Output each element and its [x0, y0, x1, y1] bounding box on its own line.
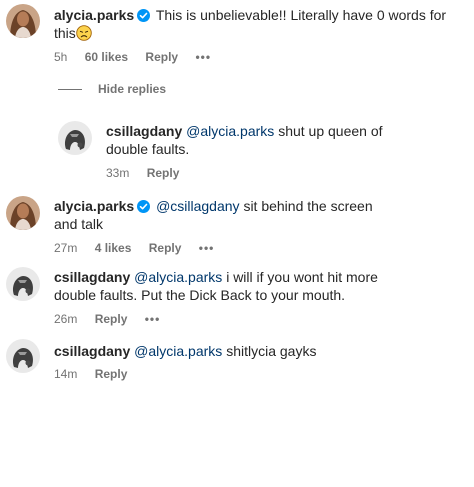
more-options-button[interactable]: •••	[145, 312, 161, 326]
comment-meta: 27m 4 likes Reply •••	[54, 241, 228, 255]
reply-button[interactable]: Reply	[95, 312, 128, 326]
mention-link[interactable]: @alycia.parks	[134, 269, 222, 285]
comment-body: alycia.parks @csillagdany sit behind the…	[54, 197, 394, 233]
comment-meta: 26m Reply •••	[54, 312, 174, 326]
comment-meta: 33m Reply	[106, 166, 193, 180]
timestamp: 33m	[106, 166, 130, 180]
avatar[interactable]	[6, 339, 40, 373]
comment-meta: 14m Reply	[54, 367, 141, 381]
username[interactable]: csillagdany	[54, 269, 130, 285]
username[interactable]: csillagdany	[106, 123, 182, 139]
more-options-button[interactable]: •••	[195, 50, 211, 64]
mention-link[interactable]: @csillagdany	[156, 198, 239, 214]
hide-replies-button[interactable]: Hide replies	[58, 82, 166, 96]
mention-link[interactable]: @alycia.parks	[134, 343, 222, 359]
comment-body: csillagdany @alycia.parks shitlycia gayk…	[54, 342, 454, 360]
username[interactable]: alycia.parks	[54, 198, 134, 214]
avatar[interactable]	[6, 267, 40, 301]
comment-text: shitlycia gayks	[226, 343, 317, 359]
avatar[interactable]	[6, 196, 40, 230]
username[interactable]: csillagdany	[54, 343, 130, 359]
reply-button[interactable]: Reply	[149, 241, 182, 255]
timestamp: 27m	[54, 241, 78, 255]
mention-link[interactable]: @alycia.parks	[186, 123, 274, 139]
disappointed-face-icon	[76, 25, 92, 41]
verified-badge-icon	[137, 8, 151, 22]
comment-body: csillagdany @alycia.parks shut up queen …	[106, 122, 426, 158]
comment-body: alycia.parks This is unbelievable!! Lite…	[54, 6, 454, 42]
likes-count[interactable]: 4 likes	[95, 241, 132, 255]
comment-body: csillagdany @alycia.parks i will if you …	[54, 268, 384, 304]
avatar[interactable]	[58, 121, 92, 155]
reply-button[interactable]: Reply	[147, 166, 180, 180]
timestamp: 5h	[54, 50, 68, 64]
likes-count[interactable]: 60 likes	[85, 50, 128, 64]
divider-line	[58, 89, 82, 91]
reply-button[interactable]: Reply	[145, 50, 178, 64]
more-options-button[interactable]: •••	[199, 241, 215, 255]
timestamp: 14m	[54, 367, 78, 381]
verified-badge-icon	[137, 199, 151, 213]
avatar[interactable]	[6, 4, 40, 38]
reply-button[interactable]: Reply	[95, 367, 128, 381]
comment-meta: 5h 60 likes Reply •••	[54, 50, 225, 64]
hide-replies-label: Hide replies	[98, 82, 167, 96]
timestamp: 26m	[54, 312, 78, 326]
username[interactable]: alycia.parks	[54, 7, 134, 23]
